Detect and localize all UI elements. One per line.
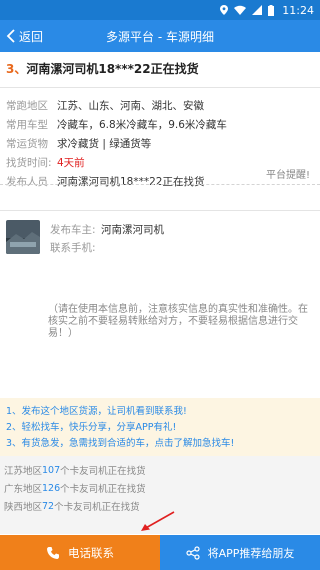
publisher-details: 发布车主: 河南漯河司机 联系手机: — [50, 220, 164, 256]
publisher-phone-row: 联系手机: — [50, 238, 164, 256]
promo-box: 1、发布这个地区货源，让司机看到联系我! 2、轻松找车，快乐分享，分享APP有礼… — [0, 398, 320, 456]
listing-index: 3、 — [6, 62, 27, 76]
share-icon — [185, 545, 200, 560]
location-icon — [220, 5, 229, 15]
call-label: 电话联系 — [68, 545, 114, 560]
stat-suffix: 个卡友司机正在找货 — [54, 502, 140, 513]
publisher-card: 发布车主: 河南漯河司机 联系手机: — [6, 220, 164, 256]
info-label: 常运货物 — [6, 138, 48, 150]
share-app-button[interactable]: 将APP推荐给朋友 — [160, 535, 320, 570]
status-icons — [220, 4, 275, 16]
stat-count: 107 — [42, 464, 61, 476]
phone-icon — [47, 546, 59, 559]
platform-note[interactable]: 平台提醒! — [266, 166, 310, 181]
back-label: 返回 — [19, 29, 44, 44]
divider — [0, 87, 320, 88]
listing-headline: 3、河南漯河司机18***22正在找货 — [6, 60, 314, 77]
info-row-cargo: 常运货物 求冷藏货 | 绿通货等 — [6, 134, 314, 153]
promo-link-share[interactable]: 2、轻松找车，快乐分享，分享APP有礼! — [6, 418, 314, 434]
battery-icon — [268, 4, 275, 16]
stat-line: 广东地区 126 个卡友司机正在找货 — [4, 480, 316, 496]
signal-icon — [252, 5, 263, 15]
bottom-bar: 电话联系 将APP推荐给朋友 — [0, 535, 320, 570]
listing-title: 河南漯河司机18***22正在找货 — [26, 62, 199, 76]
chevron-left-icon — [6, 29, 15, 43]
stat-line: 江苏地区 107 个卡友司机正在找货 — [4, 462, 316, 478]
disclaimer-text: （请在使用本信息前，注意核实信息的真实性和准确性。在核实之前不要轻易转账给对方，… — [48, 304, 308, 339]
promo-link-urgent[interactable]: 3、有货急发，急需找到合适的车，点击了解加急找车! — [6, 434, 314, 450]
annotation-arrow-icon — [141, 511, 175, 531]
stat-count: 72 — [42, 500, 55, 512]
info-label: 常跑地区 — [6, 100, 48, 112]
share-label: 将APP推荐给朋友 — [207, 546, 295, 560]
publisher-phone-label: 联系手机: — [50, 241, 96, 254]
info-value: 求冷藏货 | 绿通货等 — [57, 138, 152, 150]
stat-region: 广东地区 — [4, 484, 43, 495]
stat-region: 江苏地区 — [4, 466, 43, 477]
info-row-vehicle-type: 常用车型 冷藏车，6.8米冷藏车，9.6米冷藏车 — [6, 115, 314, 134]
stat-region: 陕西地区 — [4, 502, 43, 513]
info-value: 河南漯河司机18***22正在找货 — [57, 176, 205, 188]
promo-link-publish[interactable]: 1、发布这个地区货源，让司机看到联系我! — [6, 402, 314, 418]
publisher-owner-value: 河南漯河司机 — [101, 223, 164, 236]
info-value-time: 4天前 — [57, 157, 85, 169]
info-row-regions: 常跑地区 江苏、山东、河南、湖北、安徽 — [6, 96, 314, 115]
status-time: 11:24 — [282, 3, 314, 17]
title-bar: 返回 多源平台 - 车源明细 — [0, 20, 320, 52]
info-value: 冷藏车，6.8米冷藏车，9.6米冷藏车 — [57, 119, 227, 131]
status-bar: 11:24 — [0, 0, 320, 20]
info-label: 发布人员 — [6, 176, 48, 188]
avatar — [6, 220, 40, 254]
divider — [0, 210, 320, 211]
stat-suffix: 个卡友司机正在找货 — [60, 484, 146, 495]
avatar-image — [6, 220, 40, 254]
info-label: 常用车型 — [6, 119, 48, 131]
wifi-icon — [234, 5, 247, 15]
info-label: 找货时间: — [6, 157, 52, 169]
dashed-divider — [0, 184, 320, 185]
back-button[interactable]: 返回 — [0, 20, 70, 52]
stat-suffix: 个卡友司机正在找货 — [60, 466, 146, 477]
call-button[interactable]: 电话联系 — [0, 535, 160, 570]
publisher-owner-row: 发布车主: 河南漯河司机 — [50, 220, 164, 238]
info-value: 江苏、山东、河南、湖北、安徽 — [57, 100, 204, 112]
stat-count: 126 — [42, 482, 61, 494]
publisher-owner-label: 发布车主: — [50, 223, 96, 236]
